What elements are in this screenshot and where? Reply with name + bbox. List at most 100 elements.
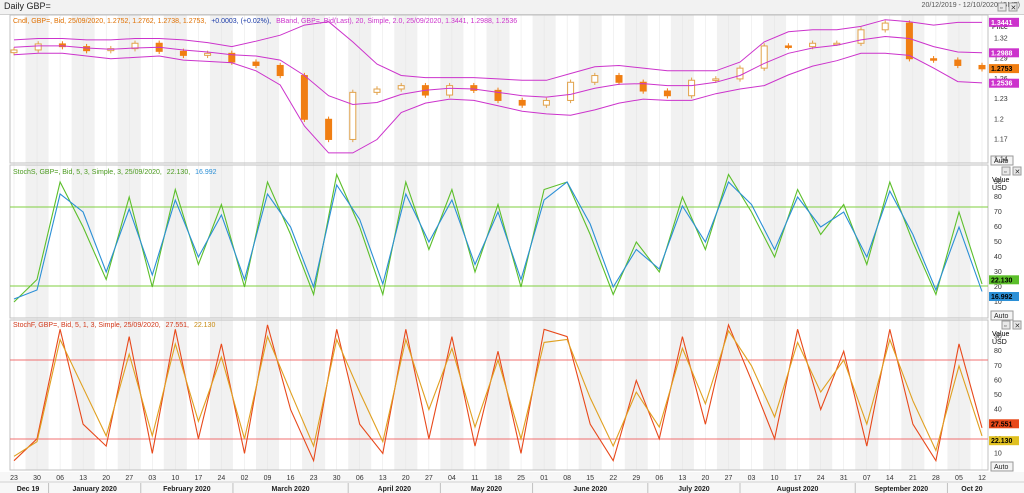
day-tick-label: 09: [264, 475, 272, 482]
slow-legend-prefix: StochS, GBP=, Bid, 5, 3, Simple, 3, 25/0…: [13, 169, 162, 176]
x-axis: 23 30 06 13 20 27 03 10 17 24 02 09 16 23 30 06 13 20 27 04…: [0, 472, 1024, 493]
day-tick-label: 05: [955, 475, 963, 482]
slow-tick-label: 40: [994, 254, 1002, 261]
day-tick-label: 13: [678, 475, 686, 482]
close-icon: ✕: [1015, 323, 1021, 330]
axis-ticks: 1.321.291.261.231.21.171.149080706050403…: [994, 36, 1008, 458]
month-label: August 2020: [777, 486, 819, 493]
close-icon: ✕: [1011, 5, 1017, 12]
day-tick-label: 24: [817, 475, 825, 482]
month-label: Oct 20: [961, 486, 983, 493]
day-tick-label: 06: [655, 475, 663, 482]
chart-canvas: Cndl, GBP=, Bid, 25/09/2020, 1.2752, 1.2…: [0, 2, 1024, 493]
day-tick-label: 25: [517, 475, 525, 482]
candle-body: [784, 45, 792, 48]
slow-legend-k: 22.130,: [167, 169, 190, 176]
slow-legend: StochS, GBP=, Bid, 5, 3, Simple, 3, 25/0…: [13, 169, 217, 176]
slow-d-badge: 16.992: [991, 294, 1013, 301]
candle-body: [300, 75, 308, 120]
month-label: June 2020: [573, 486, 607, 493]
day-tick-label: 23: [10, 475, 18, 482]
day-tick-label: 20: [402, 475, 410, 482]
fast-panel-controls: ▫ ✕: [1001, 320, 1022, 330]
day-tick-label: 22: [609, 475, 617, 482]
bband-legend: BBand, GBP=, Bid(Last), 20, Simple, 2.0,…: [276, 18, 517, 25]
day-tick-label: 08: [563, 475, 571, 482]
bband-middle-badge: 1.2988: [991, 50, 1013, 57]
day-tick-label: 02: [241, 475, 249, 482]
bband-upper-badge: 1.3441: [991, 20, 1013, 27]
candle-body: [954, 59, 962, 66]
day-tick-label: 10: [171, 475, 179, 482]
candle-body: [881, 22, 889, 31]
day-tick-label: 24: [218, 475, 226, 482]
day-tick-label: 20: [702, 475, 710, 482]
candle-body: [978, 64, 986, 70]
candle-body: [567, 81, 575, 101]
fast-legend-k: 27.551,: [166, 322, 189, 329]
candle-body: [857, 29, 865, 44]
day-tick-label: 27: [125, 475, 133, 482]
day-tick-label: 27: [425, 475, 433, 482]
day-tick-label: 06: [56, 475, 64, 482]
candle-body: [518, 99, 526, 106]
fast-legend: StochF, GBP=, Bid, 5, 1, 3, Simple, 25/0…: [13, 322, 215, 329]
last-price-badge: 1.2753: [991, 66, 1013, 73]
day-tick-label: 23: [310, 475, 318, 482]
fast-auto-label: Auto: [994, 464, 1009, 471]
candle-body: [179, 50, 187, 56]
fast-tick-label: 50: [994, 392, 1002, 399]
fast-k-badge: 27.551: [991, 421, 1013, 428]
slow-auto-button[interactable]: Auto: [990, 310, 1014, 321]
day-tick-label: 20: [102, 475, 110, 482]
price-legend: Cndl, GBP=, Bid, 25/09/2020, 1.2752, 1.2…: [13, 18, 517, 25]
candle-body: [325, 118, 333, 140]
slow-tick-label: 70: [994, 209, 1002, 216]
close-icon: ✕: [1015, 169, 1021, 176]
candle-body: [446, 85, 454, 96]
day-tick-label: 29: [632, 475, 640, 482]
fast-legend-d: 22.130: [194, 322, 216, 329]
month-label: September 2020: [874, 486, 928, 493]
day-tick-label: 11: [471, 475, 478, 482]
slow-legend-d: 16.992: [195, 169, 217, 176]
change-legend: +0.0003, (+0.02%),: [211, 18, 271, 25]
chart-window: Daily GBP= 20/12/2019 - 12/10/2020 (GMT)…: [0, 0, 1024, 493]
month-label: January 2020: [72, 486, 116, 493]
candle-body: [615, 75, 623, 83]
day-tick-label: 16: [287, 475, 295, 482]
day-tick-label: 06: [356, 475, 364, 482]
candle-body: [397, 85, 405, 90]
slow-panel-controls: ▫ ✕: [1001, 166, 1022, 176]
day-tick-label: 03: [748, 475, 756, 482]
candle-body: [663, 90, 671, 97]
fast-tick-label: 60: [994, 377, 1002, 384]
day-tick-label: 30: [333, 475, 341, 482]
candle-body: [276, 64, 284, 77]
day-tick-label: 17: [794, 475, 802, 482]
price-tick-label: 1.2: [994, 116, 1004, 123]
fast-legend-prefix: StochF, GBP=, Bid, 5, 1, 3, Simple, 25/0…: [13, 322, 161, 329]
slow-tick-label: 50: [994, 239, 1002, 246]
day-tick-label: 12: [978, 475, 986, 482]
fast-tick-label: 40: [994, 407, 1002, 414]
fast-auto-button[interactable]: Auto: [990, 461, 1014, 472]
month-label: July 2020: [678, 486, 710, 493]
day-tick-label: 27: [725, 475, 733, 482]
candle-body: [10, 49, 18, 54]
candle-body: [542, 99, 550, 106]
candle-body: [252, 61, 260, 66]
candle-body: [204, 52, 212, 56]
price-tick-label: 1.23: [994, 96, 1008, 103]
candle-body: [349, 91, 357, 140]
month-label: March 2020: [272, 486, 310, 493]
expand-icon: ▫: [1004, 169, 1006, 176]
day-tick-label: 13: [79, 475, 87, 482]
candle-body: [712, 78, 720, 81]
fast-d-badge: 22.130: [991, 438, 1013, 445]
candle-body: [83, 46, 91, 52]
day-tick-label: 31: [840, 475, 848, 482]
day-tick-label: 07: [863, 475, 871, 482]
slow-auto-label: Auto: [994, 313, 1009, 320]
day-tick-label: 14: [886, 475, 894, 482]
